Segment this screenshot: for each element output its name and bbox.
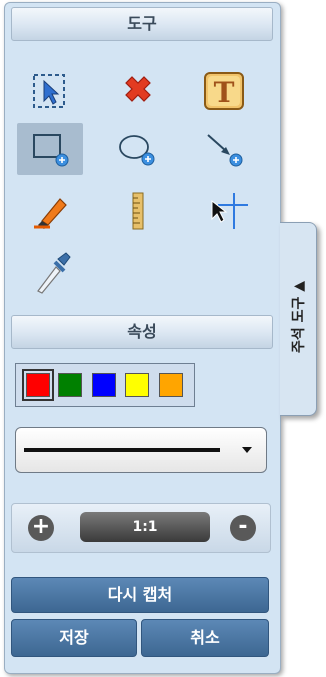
color-swatch-yellow[interactable]: [125, 373, 149, 397]
properties-header: 속성: [11, 315, 273, 349]
arrow-plus-icon: [207, 134, 243, 167]
annotation-tools-tab-label: 주석 도구 ▲: [291, 280, 307, 354]
color-palette: [15, 363, 195, 407]
cancel-button[interactable]: 취소: [141, 619, 269, 657]
rectangle-tool[interactable]: [17, 123, 83, 175]
red-x-icon: [125, 76, 151, 102]
svg-text:T: T: [214, 76, 235, 109]
rectangle-plus-icon: [33, 134, 69, 167]
crosshair-tool[interactable]: [191, 185, 257, 237]
text-t-icon: T: [204, 72, 244, 110]
color-swatch-blue[interactable]: [92, 373, 116, 397]
line-preview: [24, 448, 220, 452]
text-tool[interactable]: T: [191, 65, 257, 117]
zoom-out-button[interactable]: -: [230, 515, 256, 541]
arrow-tool[interactable]: [191, 123, 257, 175]
ruler-icon: [132, 192, 144, 230]
delete-tool[interactable]: [105, 65, 171, 117]
zoom-in-button[interactable]: +: [28, 515, 54, 541]
select-area-tool[interactable]: [17, 65, 83, 117]
color-swatch-red[interactable]: [22, 369, 54, 401]
highlighter-icon: [34, 198, 67, 229]
eyedropper-icon: [37, 252, 71, 294]
crosshair-cursor-icon: [211, 193, 248, 229]
highlighter-tool[interactable]: [17, 185, 83, 237]
ruler-tool[interactable]: [105, 185, 171, 237]
annotation-panel: 도구 T 속성 + 1:1 - 다시 캡처 저장 취소: [4, 2, 281, 674]
ellipse-plus-icon: [119, 135, 155, 166]
dashed-rect-arrow-icon: [33, 74, 65, 108]
ellipse-tool[interactable]: [105, 123, 171, 175]
color-swatch-green[interactable]: [58, 373, 82, 397]
color-swatch-orange[interactable]: [159, 373, 183, 397]
annotation-tools-tab[interactable]: 주석 도구 ▲: [280, 222, 317, 416]
chevron-down-icon: [242, 447, 252, 453]
save-button[interactable]: 저장: [11, 619, 137, 657]
eyedropper-tool[interactable]: [17, 245, 83, 297]
tools-header: 도구: [11, 7, 273, 41]
recapture-button[interactable]: 다시 캡처: [11, 577, 269, 613]
zoom-reset-button[interactable]: 1:1: [80, 512, 210, 542]
line-style-dropdown[interactable]: [15, 427, 267, 473]
zoom-control: + 1:1 -: [11, 503, 271, 553]
